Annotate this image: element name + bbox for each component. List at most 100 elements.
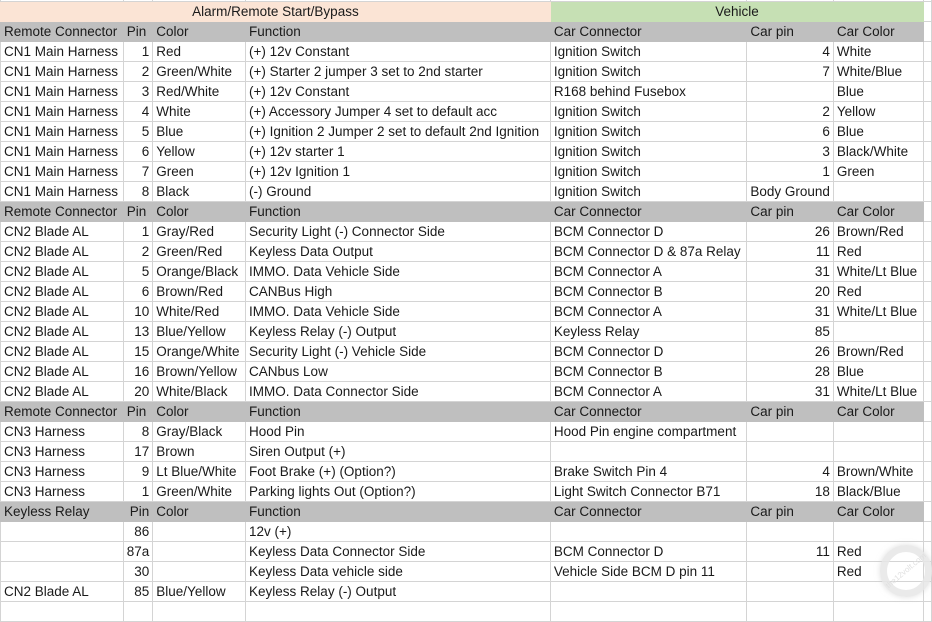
cell[interactable] <box>122 601 154 622</box>
cell[interactable] <box>923 21 932 42</box>
cell-pin[interactable]: 1 <box>122 481 154 502</box>
cell-car-connector[interactable]: BCM Connector D <box>549 541 748 562</box>
cell-car-color[interactable]: Blue <box>832 81 925 102</box>
cell-pin[interactable]: 13 <box>122 321 154 342</box>
cell-color[interactable] <box>152 561 247 582</box>
cell-car-pin[interactable] <box>746 81 834 102</box>
cell-remote-connector[interactable] <box>0 561 124 582</box>
column-header-car-color[interactable]: Car Color <box>832 401 925 422</box>
cell-pin[interactable]: 4 <box>122 101 154 122</box>
cell-function[interactable]: Keyless Data Output <box>245 241 551 262</box>
cell[interactable] <box>923 321 932 342</box>
cell-function[interactable]: (+) 12v Constant <box>245 41 551 62</box>
cell-pin[interactable]: 87a <box>122 541 154 562</box>
cell-car-pin[interactable]: 7 <box>746 61 834 82</box>
cell-car-color[interactable]: Black/Blue <box>832 481 925 502</box>
cell-car-pin[interactable] <box>746 561 834 582</box>
cell[interactable] <box>923 181 932 202</box>
cell-pin[interactable]: 20 <box>122 381 154 402</box>
column-header-car-pin[interactable]: Car pin <box>746 501 834 522</box>
column-header-pin[interactable]: Pin <box>122 201 154 222</box>
cell[interactable] <box>923 141 932 162</box>
cell[interactable] <box>923 161 932 182</box>
cell-car-color[interactable]: White/Lt Blue <box>832 381 925 402</box>
cell-function[interactable]: IMMO. Data Vehicle Side <box>245 261 551 282</box>
cell[interactable] <box>923 421 932 442</box>
cell[interactable] <box>245 601 551 622</box>
column-header-function[interactable]: Function <box>245 401 551 422</box>
cell-car-pin[interactable]: 4 <box>746 41 834 62</box>
cell-remote-connector[interactable]: CN3 Harness <box>0 481 124 502</box>
cell-function[interactable]: (+) Accessory Jumper 4 set to default ac… <box>245 101 551 122</box>
cell-color[interactable]: Red/White <box>152 81 247 102</box>
cell-car-connector[interactable]: BCM Connector A <box>549 301 748 322</box>
cell-car-pin[interactable]: 6 <box>746 121 834 142</box>
column-header-car-pin[interactable]: Car pin <box>746 401 834 422</box>
column-header-color[interactable]: Color <box>152 401 247 422</box>
cell-car-color[interactable]: Brown/Red <box>832 221 925 242</box>
cell[interactable] <box>152 601 247 622</box>
column-header-pin[interactable]: Pin <box>122 501 154 522</box>
cell-function[interactable]: (+) 12v Ignition 1 <box>245 161 551 182</box>
cell-car-color[interactable]: White/Lt Blue <box>832 301 925 322</box>
column-header-color[interactable]: Color <box>152 501 247 522</box>
cell-remote-connector[interactable]: CN2 Blade AL <box>0 281 124 302</box>
column-header-car-pin[interactable]: Car pin <box>746 21 834 42</box>
cell-remote-connector[interactable]: CN1 Main Harness <box>0 161 124 182</box>
cell-function[interactable]: Parking lights Out (Option?) <box>245 481 551 502</box>
cell[interactable] <box>923 1 932 22</box>
cell-car-pin[interactable]: 3 <box>746 141 834 162</box>
cell[interactable] <box>923 121 932 142</box>
cell-car-pin[interactable]: 85 <box>746 321 834 342</box>
cell-car-pin[interactable]: 2 <box>746 101 834 122</box>
cell-color[interactable]: White <box>152 101 247 122</box>
cell-color[interactable]: Red <box>152 41 247 62</box>
cell-pin[interactable]: 17 <box>122 441 154 462</box>
column-header-remote-connector[interactable]: Keyless Relay <box>0 501 124 522</box>
cell[interactable] <box>923 461 932 482</box>
cell-remote-connector[interactable]: CN3 Harness <box>0 441 124 462</box>
cell-car-color[interactable] <box>832 421 925 442</box>
cell-car-pin[interactable] <box>746 521 834 542</box>
cell-function[interactable]: CANbus Low <box>245 361 551 382</box>
cell-function[interactable]: CANBus High <box>245 281 551 302</box>
cell[interactable] <box>923 61 932 82</box>
cell-remote-connector[interactable]: CN2 Blade AL <box>0 341 124 362</box>
cell-pin[interactable]: 3 <box>122 81 154 102</box>
cell-color[interactable]: Gray/Red <box>152 221 247 242</box>
cell-color[interactable]: White/Black <box>152 381 247 402</box>
cell-car-color[interactable]: Brown/Red <box>832 341 925 362</box>
cell-car-connector[interactable]: BCM Connector B <box>549 361 748 382</box>
cell-car-pin[interactable] <box>746 581 834 602</box>
cell-car-connector[interactable]: Brake Switch Pin 4 <box>549 461 748 482</box>
cell-pin[interactable]: 8 <box>122 421 154 442</box>
cell-remote-connector[interactable]: CN2 Blade AL <box>0 261 124 282</box>
cell-car-connector[interactable]: BCM Connector D <box>549 341 748 362</box>
cell-pin[interactable]: 8 <box>122 181 154 202</box>
cell-car-pin[interactable]: 20 <box>746 281 834 302</box>
column-header-car-connector[interactable]: Car Connector <box>549 21 748 42</box>
cell-remote-connector[interactable]: CN1 Main Harness <box>0 181 124 202</box>
cell[interactable] <box>923 221 932 242</box>
cell-car-connector[interactable]: Light Switch Connector B71 <box>549 481 748 502</box>
cell[interactable] <box>923 301 932 322</box>
cell-car-color[interactable]: Brown/White <box>832 461 925 482</box>
cell[interactable] <box>923 41 932 62</box>
cell-car-pin[interactable]: 28 <box>746 361 834 382</box>
cell-car-color[interactable]: Yellow <box>832 101 925 122</box>
cell-car-connector[interactable] <box>549 441 748 462</box>
cell[interactable] <box>746 601 834 622</box>
cell-pin[interactable]: 6 <box>122 281 154 302</box>
cell-car-connector[interactable]: Ignition Switch <box>549 161 748 182</box>
cell-color[interactable] <box>152 541 247 562</box>
column-header-remote-connector[interactable]: Remote Connector <box>0 21 124 42</box>
cell-color[interactable]: Brown/Yellow <box>152 361 247 382</box>
cell-car-pin[interactable]: 31 <box>746 261 834 282</box>
cell-car-color[interactable] <box>832 521 925 542</box>
cell-car-color[interactable]: White/Blue <box>832 61 925 82</box>
cell-car-color[interactable]: Blue <box>832 121 925 142</box>
cell-function[interactable]: (+) 12v starter 1 <box>245 141 551 162</box>
cell-function[interactable]: (+) Ignition 2 Jumper 2 set to default 2… <box>245 121 551 142</box>
cell-car-color[interactable]: Blue <box>832 361 925 382</box>
cell-pin[interactable]: 30 <box>122 561 154 582</box>
